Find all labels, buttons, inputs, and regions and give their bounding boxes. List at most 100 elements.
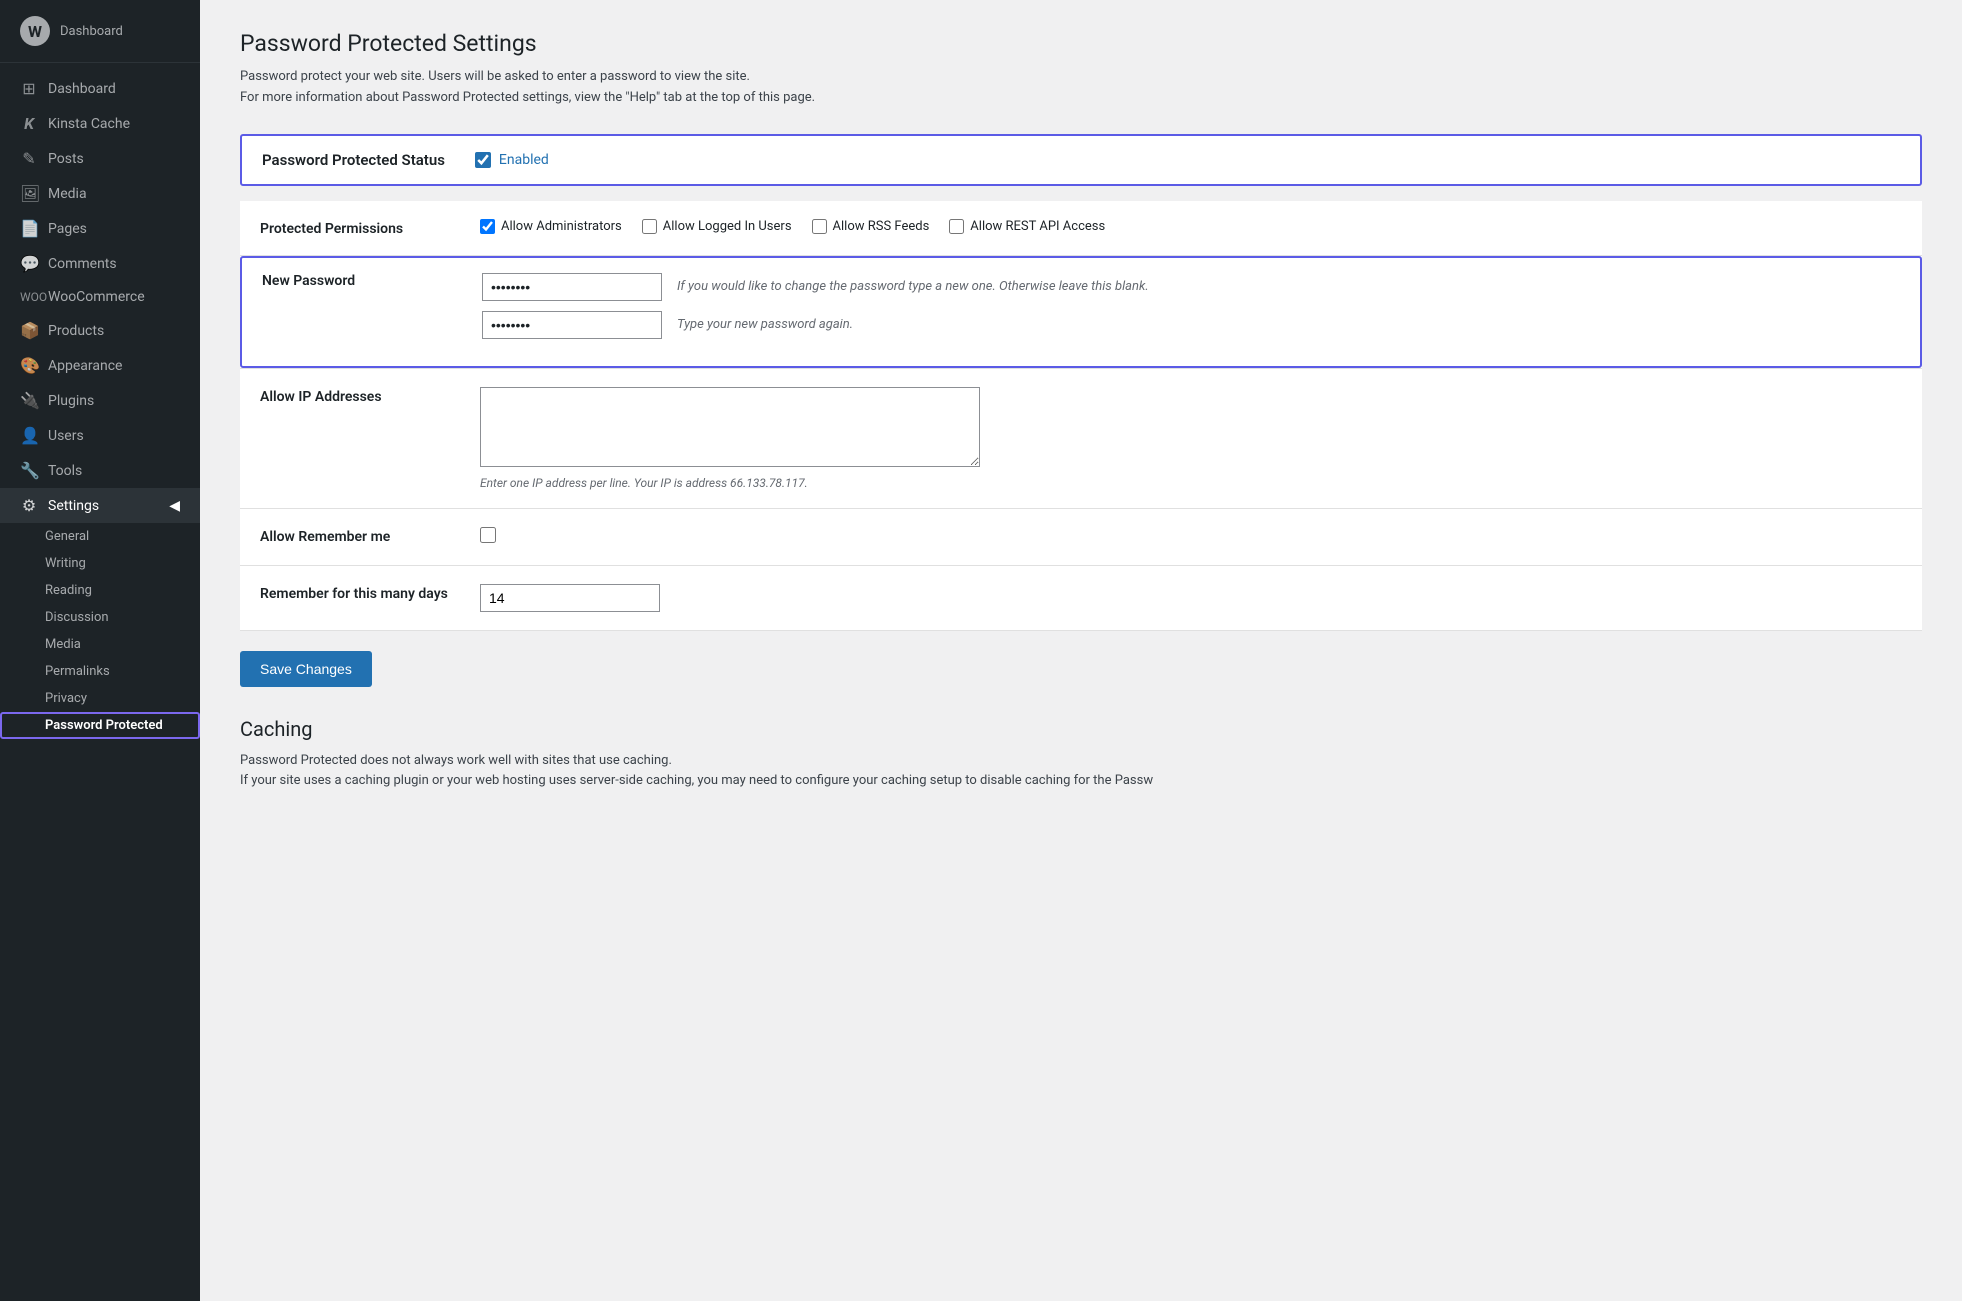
settings-arrow-icon: ◀ (169, 498, 180, 514)
sidebar-item-kinsta-cache[interactable]: K Kinsta Cache (0, 106, 200, 141)
sidebar-menu: ⊞ Dashboard K Kinsta Cache ✎ Posts 🖼 Med… (0, 63, 200, 1301)
permissions-content: Allow Administrators Allow Logged In Use… (480, 219, 1902, 237)
caching-description: Password Protected does not always work … (240, 751, 1922, 793)
main-content: Password Protected Settings Password pro… (200, 0, 1962, 1301)
caching-desc-line2: If your site uses a caching plugin or yo… (240, 771, 1922, 792)
sidebar-item-settings[interactable]: ⚙ Settings ◀ (0, 488, 200, 523)
sidebar-item-woocommerce[interactable]: WOO WooCommerce (0, 281, 200, 313)
new-password-box: New Password If you would like to change… (240, 256, 1922, 368)
submenu-item-reading[interactable]: Reading (0, 577, 200, 604)
perm-rest-api[interactable]: Allow REST API Access (949, 219, 1105, 234)
sidebar-label-users: Users (48, 428, 84, 444)
sidebar-item-comments[interactable]: 💬 Comments (0, 246, 200, 281)
password-input-1[interactable] (482, 273, 662, 301)
sidebar-item-appearance[interactable]: 🎨 Appearance (0, 348, 200, 383)
sidebar-label-products: Products (48, 323, 104, 339)
remember-me-checkbox[interactable] (480, 527, 496, 543)
sidebar-label-plugins: Plugins (48, 393, 94, 409)
sidebar-label-dashboard: Dashboard (48, 81, 116, 97)
plugins-icon: 🔌 (20, 391, 38, 410)
perm-rest-api-checkbox[interactable] (949, 219, 964, 234)
password-inputs: If you would like to change the password… (482, 273, 1149, 339)
password-row-1: If you would like to change the password… (482, 273, 1149, 301)
submenu-item-privacy[interactable]: Privacy (0, 685, 200, 712)
sidebar-item-tools[interactable]: 🔧 Tools (0, 453, 200, 488)
ip-hint: Enter one IP address per line. Your IP i… (480, 476, 1902, 490)
logo-label: Dashboard (60, 24, 123, 39)
new-password-row: New Password If you would like to change… (240, 256, 1922, 369)
password-input-2[interactable] (482, 311, 662, 339)
submenu-item-permalinks[interactable]: Permalinks (0, 658, 200, 685)
sidebar-label-appearance: Appearance (48, 358, 122, 374)
perm-rss-checkbox[interactable] (812, 219, 827, 234)
ip-row: Allow IP Addresses Enter one IP address … (240, 369, 1922, 509)
sidebar-label-kinsta: Kinsta Cache (48, 116, 130, 132)
password-hint-1: If you would like to change the password… (677, 279, 1149, 294)
remember-days-row: Remember for this many days 14 (240, 566, 1922, 631)
sidebar-logo[interactable]: W Dashboard (0, 0, 200, 63)
perm-rss-label: Allow RSS Feeds (833, 219, 930, 234)
wp-logo-icon: W (20, 16, 50, 46)
password-label-row: New Password If you would like to change… (262, 273, 1900, 339)
kinsta-icon: K (20, 114, 38, 133)
sidebar-item-posts[interactable]: ✎ Posts (0, 141, 200, 176)
status-row: Password Protected Status Enabled (262, 151, 1900, 169)
woo-icon: WOO (20, 290, 38, 304)
perm-admins-label: Allow Administrators (501, 219, 622, 234)
sidebar-item-products[interactable]: 📦 Products (0, 313, 200, 348)
password-row-2: Type your new password again. (482, 311, 1149, 339)
remember-days-content: 14 (480, 584, 1902, 612)
sidebar-label-media: Media (48, 186, 87, 202)
submenu-item-password-protected[interactable]: Password Protected (0, 712, 200, 739)
caching-title: Caching (240, 717, 1922, 741)
sidebar-label-pages: Pages (48, 221, 87, 237)
perm-admins-checkbox[interactable] (480, 219, 495, 234)
remember-days-input[interactable]: 14 (480, 584, 660, 612)
sidebar-item-dashboard[interactable]: ⊞ Dashboard (0, 71, 200, 106)
submenu-item-writing[interactable]: Writing (0, 550, 200, 577)
perm-logged-in[interactable]: Allow Logged In Users (642, 219, 792, 234)
status-label: Password Protected Status (262, 151, 445, 169)
desc-line1: Password protect your web site. Users wi… (240, 67, 1922, 88)
perm-logged-in-label: Allow Logged In Users (663, 219, 792, 234)
sidebar-item-users[interactable]: 👤 Users (0, 418, 200, 453)
enabled-checkbox[interactable] (475, 152, 491, 168)
caching-section: Caching Password Protected does not alwa… (240, 717, 1922, 793)
ip-textarea[interactable] (480, 387, 980, 467)
settings-submenu: General Writing Reading Discussion Media… (0, 523, 200, 739)
sidebar: W Dashboard ⊞ Dashboard K Kinsta Cache ✎… (0, 0, 200, 1301)
page-description: Password protect your web site. Users wi… (240, 67, 1922, 109)
sidebar-label-tools: Tools (48, 463, 82, 479)
ip-content: Enter one IP address per line. Your IP i… (480, 387, 1902, 490)
settings-icon: ⚙ (20, 496, 38, 515)
dashboard-icon: ⊞ (20, 79, 38, 98)
caching-desc-line1: Password Protected does not always work … (240, 751, 1922, 772)
status-box: Password Protected Status Enabled (240, 134, 1922, 186)
perm-rest-api-label: Allow REST API Access (970, 219, 1105, 234)
tools-icon: 🔧 (20, 461, 38, 480)
permissions-label: Protected Permissions (260, 219, 480, 237)
enabled-checkbox-label[interactable]: Enabled (475, 152, 549, 168)
save-changes-button[interactable]: Save Changes (240, 651, 372, 687)
submenu-item-media[interactable]: Media (0, 631, 200, 658)
sidebar-item-media[interactable]: 🖼 Media (0, 176, 200, 211)
remember-days-label: Remember for this many days (260, 584, 480, 612)
sidebar-label-woo: WooCommerce (48, 289, 145, 305)
submenu-item-discussion[interactable]: Discussion (0, 604, 200, 631)
comments-icon: 💬 (20, 254, 38, 273)
pages-icon: 📄 (20, 219, 38, 238)
sidebar-item-pages[interactable]: 📄 Pages (0, 211, 200, 246)
permissions-row: Protected Permissions Allow Administrato… (240, 201, 1922, 256)
password-hint-2: Type your new password again. (677, 317, 853, 332)
products-icon: 📦 (20, 321, 38, 340)
perm-admins[interactable]: Allow Administrators (480, 219, 622, 234)
submenu-item-general[interactable]: General (0, 523, 200, 550)
remember-me-content (480, 527, 1902, 547)
page-title: Password Protected Settings (240, 30, 1922, 57)
appearance-icon: 🎨 (20, 356, 38, 375)
ip-label: Allow IP Addresses (260, 387, 480, 490)
sidebar-label-comments: Comments (48, 256, 117, 272)
perm-logged-in-checkbox[interactable] (642, 219, 657, 234)
perm-rss[interactable]: Allow RSS Feeds (812, 219, 930, 234)
sidebar-item-plugins[interactable]: 🔌 Plugins (0, 383, 200, 418)
